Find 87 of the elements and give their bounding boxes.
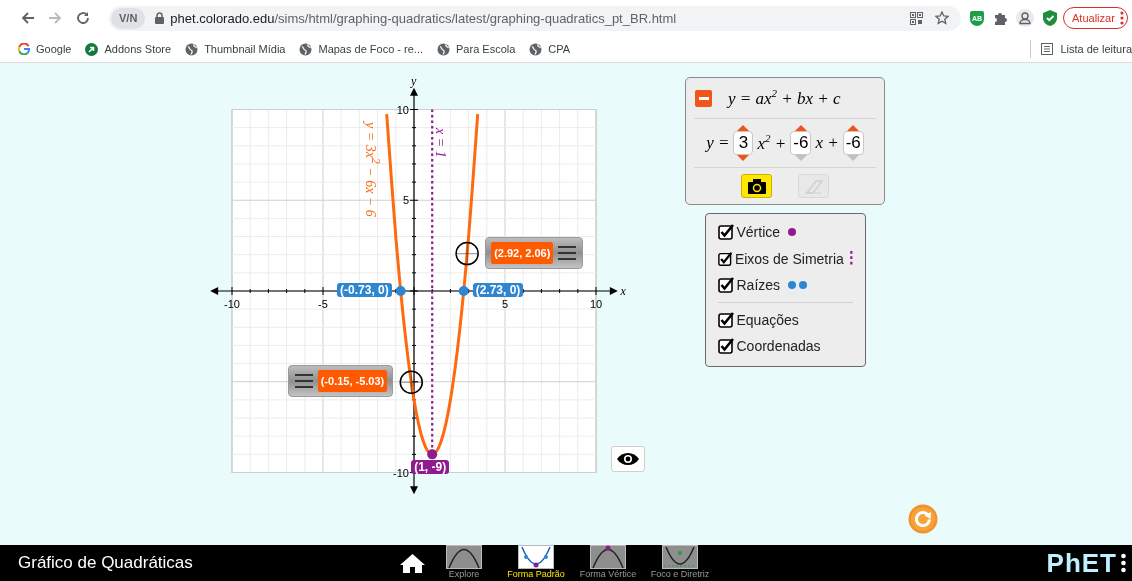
- checkbox-label: Eixos de Simetria: [734, 250, 844, 267]
- tick-label: -5: [318, 298, 328, 310]
- handle-icon[interactable]: [293, 373, 314, 390]
- checkbox[interactable]: [717, 311, 734, 328]
- tick-label: 5: [402, 194, 409, 207]
- increment-arrow[interactable]: [847, 125, 860, 131]
- screen-tab[interactable]: Explore: [430, 545, 498, 579]
- axis-label: x: [620, 284, 626, 298]
- reload-icon[interactable]: [75, 11, 91, 25]
- parabola-icon: [662, 545, 698, 569]
- globe-icon[interactable]: [185, 42, 199, 56]
- checkbox[interactable]: [717, 224, 734, 241]
- eye-icon: [616, 452, 640, 466]
- app-title: Gráfico de Quadráticas: [17, 552, 194, 574]
- probe-crosshair[interactable]: [455, 241, 479, 266]
- camera-button[interactable]: [741, 174, 772, 198]
- checkbox[interactable]: [717, 277, 734, 294]
- equation-text: x +: [815, 133, 839, 153]
- coordinate-label: (2.73, 0): [472, 283, 524, 297]
- logo: PhET: [1046, 547, 1117, 579]
- checkbox-label: Equações: [736, 311, 799, 328]
- reading-list-link[interactable]: Lista de leitura: [1060, 43, 1132, 55]
- vpn-badge[interactable]: V/N: [111, 7, 146, 29]
- more-icon: [1119, 11, 1124, 25]
- checkbox-label: Vértice: [736, 224, 781, 241]
- screen-tab[interactable]: Foco e Diretriz: [646, 545, 714, 579]
- address-text: phet.colorado.edu/sims/html/graphing-quadratics/latest/graphing-quadratics_pt_BR.html: [170, 10, 677, 26]
- screen-tab[interactable]: Forma Vértice: [574, 545, 642, 579]
- tick-label: 10: [589, 298, 603, 310]
- checkbox-label: Raízes: [736, 277, 781, 294]
- globe-icon[interactable]: [529, 42, 543, 56]
- increment-arrow[interactable]: [794, 125, 807, 131]
- bookmark-link[interactable]: CPA: [548, 43, 571, 55]
- coefficient-field[interactable]: -6: [842, 131, 864, 155]
- equation-text: x$^{2}$ +: [757, 132, 787, 154]
- parabola-icon: [518, 545, 554, 569]
- reading-list-icon[interactable]: [1041, 43, 1054, 55]
- globe-icon[interactable]: [299, 42, 313, 56]
- home-icon[interactable]: [400, 553, 425, 573]
- general-equation: y = ax$^{2}$ + bx + c: [728, 87, 841, 109]
- multicolor-g-icon[interactable]: [18, 43, 30, 55]
- increment-arrow[interactable]: [737, 125, 750, 131]
- decrement-arrow[interactable]: [737, 155, 750, 161]
- back-icon[interactable]: [19, 11, 35, 25]
- checkbox[interactable]: [717, 250, 732, 267]
- bookmark-link[interactable]: Google: [36, 43, 72, 55]
- tick-label: 10: [396, 103, 409, 116]
- bookmark-link[interactable]: Addons Store: [104, 43, 172, 55]
- shield-icon[interactable]: [1043, 10, 1057, 26]
- tick-label: -10: [393, 466, 409, 479]
- probe-crosshair[interactable]: [399, 370, 423, 395]
- puzzle-icon[interactable]: [993, 11, 1007, 25]
- checkbox-label: Coordenadas: [736, 338, 821, 355]
- lock-icon: [155, 12, 165, 24]
- parabola-icon: [446, 545, 482, 569]
- axis-label: y: [411, 73, 417, 88]
- address-bar[interactable]: V/N phet.colorado.edu/sims/html/graphing-quadratics/latest/graphing-quadratics_pt_BR.html: [109, 5, 961, 31]
- tick-label: 5: [501, 298, 509, 310]
- coefficient-field[interactable]: -6: [790, 131, 812, 155]
- update-button[interactable]: Atualizar: [1063, 7, 1128, 29]
- coordinate-label: (2.92, 2.06): [491, 241, 554, 264]
- vertex-point: [427, 449, 438, 460]
- checkbox[interactable]: [717, 338, 734, 355]
- coordinate-label: (-0.15, -5.03): [317, 370, 388, 393]
- root-point: [458, 286, 469, 296]
- root-point: [395, 286, 406, 296]
- star-icon[interactable]: [935, 11, 949, 25]
- camera-icon: [746, 177, 767, 195]
- coordinate-label: (1, -9): [411, 460, 450, 475]
- screen-tab[interactable]: Forma Padrão: [502, 545, 570, 579]
- profile-icon[interactable]: [1016, 9, 1034, 27]
- bookmark-link[interactable]: Thumbnail Mídia: [204, 43, 286, 55]
- coefficient-field[interactable]: 3: [733, 131, 754, 155]
- handle-icon[interactable]: [557, 244, 578, 261]
- coordinate-label: (-0.73, 0): [337, 283, 392, 297]
- more-icon[interactable]: [1121, 553, 1126, 573]
- bookmark-link[interactable]: Mapas de Foco - re...: [318, 43, 423, 55]
- parabola-icon: [590, 545, 626, 569]
- eraser-icon: [803, 177, 824, 195]
- bookmark-link[interactable]: Para Escola: [456, 43, 516, 55]
- globe-icon[interactable]: [437, 42, 450, 56]
- equation-text: y =: [706, 133, 730, 153]
- tick-label: -10: [224, 298, 240, 310]
- collapse-button[interactable]: [695, 89, 712, 107]
- visibility-button[interactable]: [611, 446, 645, 472]
- symmetry-equation-label: x = 1: [433, 127, 449, 158]
- qr-code-icon[interactable]: [910, 11, 923, 25]
